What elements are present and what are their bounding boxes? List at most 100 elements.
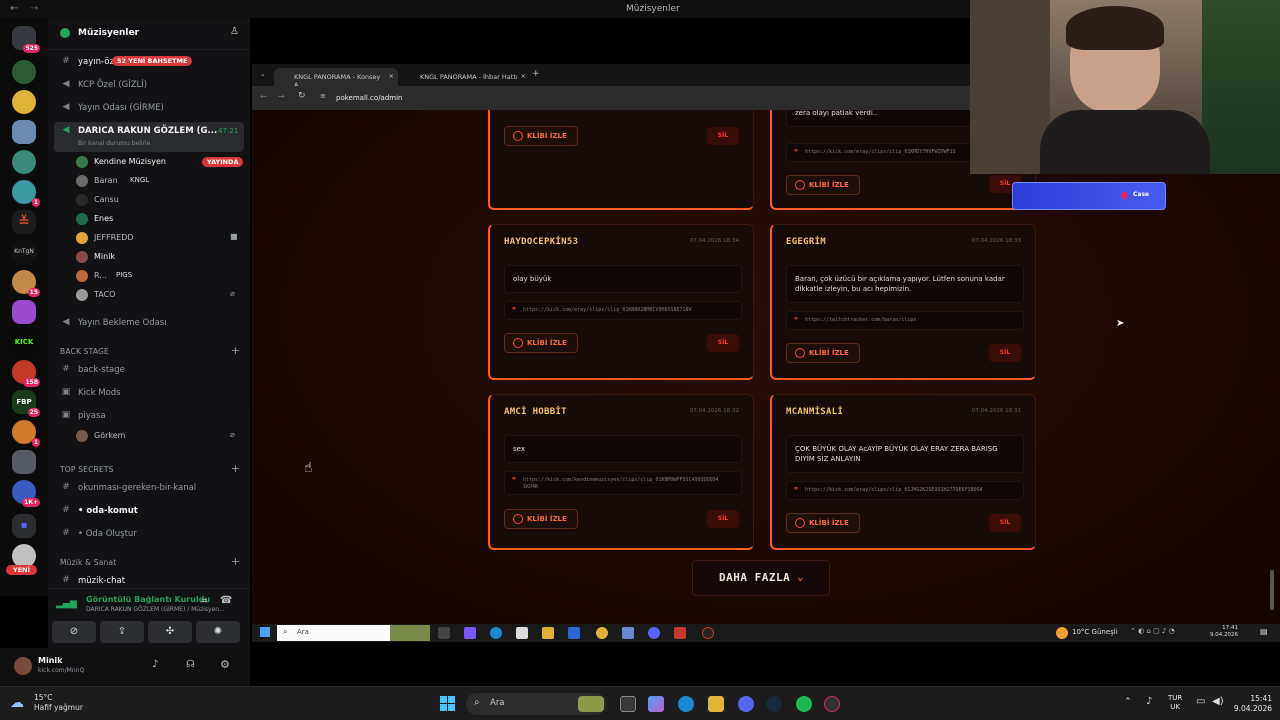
direct-messages-icon[interactable]: 525 [12, 26, 40, 53]
category-muzik-sanat[interactable]: Müzik & Sanat [60, 558, 116, 567]
server-icon[interactable] [12, 300, 36, 324]
new-servers-pill[interactable]: YENİ [6, 565, 38, 575]
back-arrow-icon[interactable]: ← [10, 3, 18, 14]
channel-oda-komut[interactable]: # • oda-komut [60, 502, 246, 522]
file-explorer-icon[interactable] [708, 696, 724, 712]
taskbar-clock[interactable]: 15:41 9.04.2026 [1228, 694, 1272, 714]
noise-suppression-icon[interactable]: ♒ [200, 597, 208, 607]
connection-status[interactable]: Görüntülü Bağlantı Kuruldu [38, 595, 210, 604]
channel-piyasa[interactable]: ▣ piyasa [60, 407, 246, 427]
show-hidden-icons[interactable]: ⌃ [1124, 697, 1132, 707]
activities-button[interactable]: ✣ [148, 621, 192, 643]
clip-link[interactable]: ⚭ https://kick.com/kendinemuzisyen/clips/… [504, 471, 742, 495]
delete-button[interactable]: SİL [707, 127, 739, 145]
avatar[interactable] [14, 657, 32, 675]
server-icon[interactable]: 1 [12, 420, 40, 447]
channel-darica-rakun[interactable]: ◀ DARICA RAKUN GÖZLEM (G... 47:21 Bir ka… [54, 122, 244, 152]
weather-widget[interactable]: 15°C Hafif yağmur [34, 693, 83, 713]
server-icon[interactable]: ≚ [12, 210, 36, 234]
edge-icon[interactable] [678, 696, 694, 712]
steam-icon[interactable] [766, 696, 782, 712]
delete-button[interactable]: SİL [707, 334, 739, 352]
cloud-rain-icon[interactable]: ☁ [10, 695, 24, 711]
server-icon[interactable]: 158 [12, 360, 40, 387]
add-channel-icon[interactable]: + [231, 555, 240, 568]
url-input[interactable]: pokemall.co/admin [336, 94, 402, 102]
channel-oda-olustur[interactable]: # • Oda Oluştur [60, 525, 246, 545]
server-icon[interactable] [12, 120, 36, 144]
server-icon[interactable] [12, 60, 36, 84]
server-icon[interactable]: 1K+ [12, 480, 40, 507]
add-channel-icon[interactable]: + [231, 344, 240, 357]
channel-yayin-oz[interactable]: # yayın-öz 52 YENİ BAHSETME [60, 53, 246, 73]
channel-yayin-bekleme[interactable]: ◀ Yayın Bekleme Odası [60, 314, 246, 334]
headphones-icon[interactable]: ☊ [186, 659, 195, 670]
disconnect-icon[interactable]: ☎ [220, 595, 232, 606]
kick-server-icon[interactable]: KICK [12, 330, 36, 354]
copilot-icon[interactable] [648, 696, 664, 712]
clip-link[interactable]: ⚭ https://kick.com/eray/clips/clip_01JHG2… [786, 481, 1024, 500]
watch-clip-button[interactable]: KLİBİ İZLE [504, 509, 578, 529]
close-icon[interactable]: × [521, 72, 526, 80]
category-top-secrets[interactable]: TOP SECRETS [60, 465, 114, 474]
category-back-stage[interactable]: BACK STAGE [60, 347, 109, 356]
clip-link[interactable]: ⚭ https://kick.com/eray/clips/clip_01KNBR… [504, 301, 742, 320]
search-icon: ⌕ [474, 697, 480, 708]
back-icon[interactable]: ← [260, 92, 267, 101]
screen-share-button[interactable]: ⇪ [100, 621, 144, 643]
site-info-icon[interactable]: ≡ [320, 92, 326, 100]
server-icon[interactable]: FBP 25 [12, 390, 40, 417]
soundboard-button[interactable]: ✺ [196, 621, 240, 643]
new-tab-icon[interactable]: + [532, 69, 540, 79]
gear-icon[interactable]: ⚙ [220, 658, 230, 671]
language-indicator[interactable]: TUR UK [1168, 694, 1182, 712]
guild-header[interactable]: Müzisyenler ⌄ ♙ [48, 18, 250, 50]
tab-ihbar[interactable]: KNGL PANORAMA - İhbar Hattı × [400, 68, 530, 86]
add-member-icon[interactable]: ♙ [230, 26, 239, 37]
tab-konsey[interactable]: KNGL PANORAMA - Konsey A... × [274, 68, 398, 89]
watch-clip-button[interactable]: KLİBİ İZLE [786, 513, 860, 533]
camera-toggle-button[interactable]: ⊘ [52, 621, 96, 643]
forward-arrow-icon[interactable]: → [30, 3, 38, 14]
volume-icon[interactable]: ◀) [1212, 696, 1224, 707]
channel-kick-mods[interactable]: ▣ Kick Mods [60, 384, 246, 404]
scrollbar-thumb[interactable] [1270, 570, 1274, 610]
clip-link[interactable]: ⚭ https://twitchtracker.com/baran/clips [786, 311, 1024, 330]
camera-background [970, 0, 1050, 174]
spotify-icon[interactable] [796, 696, 812, 712]
folder-icon[interactable]: ▪ [12, 514, 36, 538]
watch-clip-button[interactable]: KLİBİ İZLE [504, 333, 578, 353]
connection-channel[interactable]: DARICA RAKUN GÖZLEM (GİRME) / Müzisyen..… [38, 606, 225, 613]
app-icon[interactable] [824, 696, 840, 712]
microphone-icon[interactable]: ♪ [152, 659, 158, 670]
channel-status[interactable]: Bir kanal durumu belirle [78, 140, 150, 147]
delete-button[interactable]: SİL [989, 514, 1021, 532]
channel-yayin-odasi[interactable]: ◀ Yayın Odası (GİRME) [60, 99, 246, 119]
reload-icon[interactable]: ↻ [298, 91, 306, 101]
taskbar-search[interactable]: ⌕ Ara [466, 693, 606, 715]
server-icon[interactable] [12, 450, 36, 474]
delete-button[interactable]: SİL [989, 344, 1021, 362]
tab-menu-icon[interactable]: ⌄ [260, 70, 266, 78]
watch-clip-button[interactable]: KLİBİ İZLE [504, 126, 578, 146]
microphone-icon[interactable]: ♪ [1146, 696, 1152, 707]
server-icon[interactable]: 1 [12, 180, 40, 207]
close-icon[interactable]: × [389, 72, 394, 80]
delete-button[interactable]: SİL [707, 510, 739, 528]
server-icon[interactable]: KnTgN [12, 240, 36, 264]
channel-kcp-ozel[interactable]: ◀ KCP Özel (GİZLİ) [60, 76, 246, 96]
server-icon[interactable] [12, 90, 36, 114]
windows-start-icon[interactable] [440, 696, 456, 712]
server-icon[interactable] [12, 150, 36, 174]
channel-back-stage[interactable]: # back-stage [60, 361, 246, 381]
watch-clip-button[interactable]: KLİBİ İZLE [786, 343, 860, 363]
discord-icon[interactable] [738, 696, 754, 712]
load-more-button[interactable]: DAHA FAZLA ⌄ [692, 560, 830, 596]
channel-okunmasi[interactable]: # okunması-gereken-bir-kanal [60, 479, 246, 499]
watch-clip-button[interactable]: KLİBİ İZLE [786, 175, 860, 195]
add-channel-icon[interactable]: + [231, 462, 240, 475]
forward-icon[interactable]: → [278, 92, 285, 101]
task-view-icon[interactable] [620, 696, 636, 712]
server-icon[interactable]: 15 [12, 270, 40, 297]
network-icon[interactable]: ▭ [1196, 696, 1205, 707]
